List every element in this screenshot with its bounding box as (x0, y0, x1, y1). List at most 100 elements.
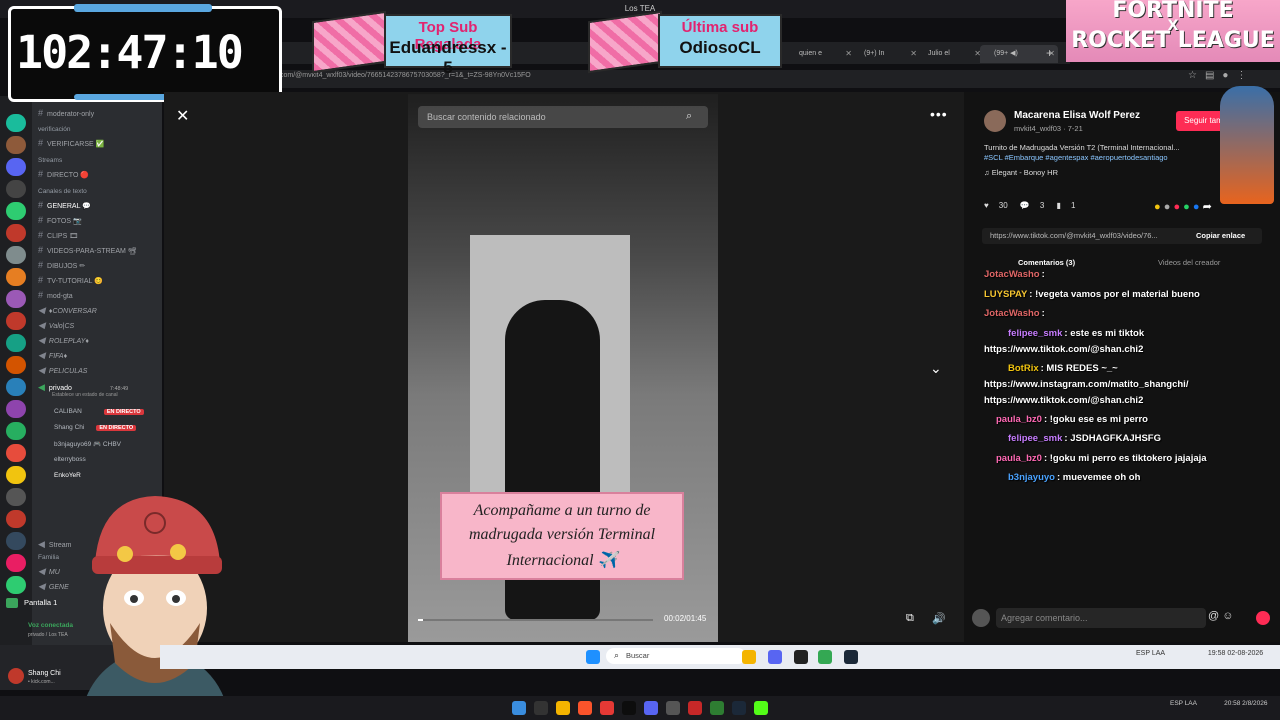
chat-user: felipee_smk (1008, 433, 1063, 444)
browser-tab[interactable]: (9+) In ✕ (850, 45, 920, 63)
server-icon[interactable] (6, 158, 26, 176)
search-icon[interactable]: ⌕ (686, 110, 692, 123)
app-icon[interactable] (600, 701, 614, 715)
voice-channel-item[interactable]: ◀ GENE (38, 581, 69, 592)
video-hashtags[interactable]: #SCL #Embarque #agentespax #aeropuertode… (984, 153, 1204, 163)
video-music[interactable]: ♫ Elegant - Bonoy HR (984, 168, 1058, 177)
server-icon[interactable] (6, 180, 26, 198)
server-icon[interactable] (6, 202, 26, 220)
steam-icon[interactable] (732, 701, 746, 715)
voice-status[interactable]: Establece un estado de canal (52, 392, 118, 398)
server-icon[interactable] (6, 136, 26, 154)
share-icons[interactable]: ● ● ● ● ● ➦ (1154, 200, 1212, 213)
channel-item[interactable]: # DIRECTO 🔴 (38, 169, 89, 179)
voice-user[interactable]: Shang Chi EN DIRECTO (54, 424, 137, 431)
voice-channel-item[interactable]: ◀ MU (38, 566, 60, 577)
chrome-icon[interactable] (818, 650, 832, 664)
search-icon[interactable] (534, 701, 548, 715)
server-icon[interactable] (6, 378, 26, 396)
browser-tab[interactable]: quien e ✕ (785, 45, 855, 63)
server-icon[interactable] (6, 466, 26, 484)
folder-icon[interactable] (556, 701, 570, 715)
app-icon[interactable] (666, 701, 680, 715)
steam-icon[interactable] (844, 650, 858, 664)
category-label[interactable]: Canales de texto (38, 188, 87, 195)
tab-comments[interactable]: Comentarios (3) (1018, 258, 1075, 267)
voice-user[interactable]: EnkoYeR (54, 472, 81, 479)
server-icon[interactable] (6, 422, 26, 440)
server-icon[interactable] (6, 400, 26, 418)
channel-item[interactable]: # FOTOS 📷 (38, 215, 82, 225)
channel-item[interactable]: # TV-TUTORIAL 😊 (38, 275, 103, 285)
send-icon[interactable] (1256, 611, 1270, 625)
brave-icon[interactable] (578, 701, 592, 715)
server-icon[interactable] (6, 510, 26, 528)
server-icon[interactable] (6, 488, 26, 506)
comment-icon[interactable]: 💬 (1020, 201, 1030, 210)
channel-item[interactable]: # moderator-only (38, 108, 94, 118)
server-icon[interactable] (6, 224, 26, 242)
tray-clock[interactable]: ESP LAA 20:58 2/8/2026 (1170, 700, 1267, 707)
server-icon[interactable] (6, 114, 26, 132)
voice-channel-item[interactable]: ◀ FIFA♦ (38, 350, 67, 361)
tab-creator-videos[interactable]: Videos del creador (1158, 258, 1220, 267)
app-icon[interactable] (688, 701, 702, 715)
category-label[interactable]: verificación (38, 126, 71, 133)
voice-channel-item[interactable]: ◀ ♦CONVERSAR (38, 305, 97, 316)
voice-channel-item[interactable]: ◀ PELICULAS (38, 365, 87, 376)
heart-icon[interactable]: ♥ (984, 201, 989, 210)
category-label[interactable]: Streams (38, 157, 62, 164)
server-icon[interactable] (6, 554, 26, 572)
taskbar-search[interactable]: Buscar (606, 648, 746, 664)
chevron-down-icon[interactable]: ⌄ (930, 360, 942, 377)
app-icon[interactable] (794, 650, 808, 664)
server-icon[interactable] (6, 290, 26, 308)
server-icon[interactable] (6, 268, 26, 286)
folder-icon[interactable] (742, 650, 756, 664)
channel-item[interactable]: # GENERAL 💬 (38, 200, 91, 210)
channel-item[interactable]: # CLIPS 🎞 (38, 230, 78, 240)
channel-item[interactable]: # DIBUJOS ✏ (38, 260, 85, 270)
browser-toolbar-icons[interactable]: ☆▤●⋮ (1188, 70, 1254, 81)
category-label[interactable]: Familia (38, 554, 59, 561)
copy-link-button[interactable]: Copiar enlace (1196, 231, 1245, 240)
avatar[interactable] (8, 668, 24, 684)
tray-clock[interactable]: ESP LAA 19:58 02-08-2026 (1136, 650, 1263, 657)
app-icon[interactable] (622, 701, 636, 715)
server-icon[interactable] (6, 356, 26, 374)
voice-connected-sub[interactable]: privado / Los TEA (28, 632, 68, 638)
discord-icon[interactable] (768, 650, 782, 664)
avatar[interactable] (984, 110, 1006, 132)
voice-user[interactable]: b3njaguyo69 🎮 CHBV (54, 440, 121, 448)
voice-channel-item[interactable]: ◀ Valo|CS (38, 320, 74, 331)
channel-item[interactable]: # VERIFICARSE ✅ (38, 138, 104, 148)
voice-user[interactable]: elterryboss (54, 456, 86, 463)
author-name[interactable]: Macarena Elisa Wolf Perez (1014, 110, 1140, 121)
video-progress-bar[interactable] (418, 619, 653, 621)
discord-icon[interactable] (644, 701, 658, 715)
voice-channel-item[interactable]: ◀ Stream (38, 539, 71, 550)
browser-tab[interactable]: Julio el ✕ (914, 45, 984, 63)
channel-item[interactable]: # VIDEOS-PARA-STREAM 📽 (38, 245, 137, 255)
video-link[interactable]: https://www.tiktok.com/@mvkit4_wxlf03/vi… (990, 231, 1158, 240)
close-icon[interactable]: ✕ (176, 106, 189, 126)
server-icon[interactable] (6, 246, 26, 264)
voice-user[interactable]: CALIBAN EN DIRECTO (54, 408, 144, 415)
pip-icon[interactable]: ⧉ (906, 612, 914, 625)
server-icon[interactable] (6, 532, 26, 550)
volume-icon[interactable]: 🔊 (932, 612, 946, 625)
server-icon[interactable] (6, 312, 26, 330)
voice-channel-item[interactable]: ◀ ROLEPLAY♦ (38, 335, 89, 346)
server-icon[interactable] (6, 334, 26, 352)
server-icon[interactable] (6, 444, 26, 462)
kick-icon[interactable] (754, 701, 768, 715)
emoji-mention-icons[interactable]: @ ☺ (1208, 610, 1233, 622)
windows-start-icon[interactable] (512, 701, 526, 715)
new-tab-button[interactable]: + (1046, 46, 1053, 60)
windows-start-icon[interactable] (586, 650, 600, 664)
more-icon[interactable]: ••• (930, 106, 948, 122)
app-icon[interactable] (710, 701, 724, 715)
server-icon[interactable] (6, 576, 26, 594)
bookmark-icon[interactable]: ▮ (1057, 201, 1061, 210)
channel-item[interactable]: # mod-gta (38, 290, 73, 300)
